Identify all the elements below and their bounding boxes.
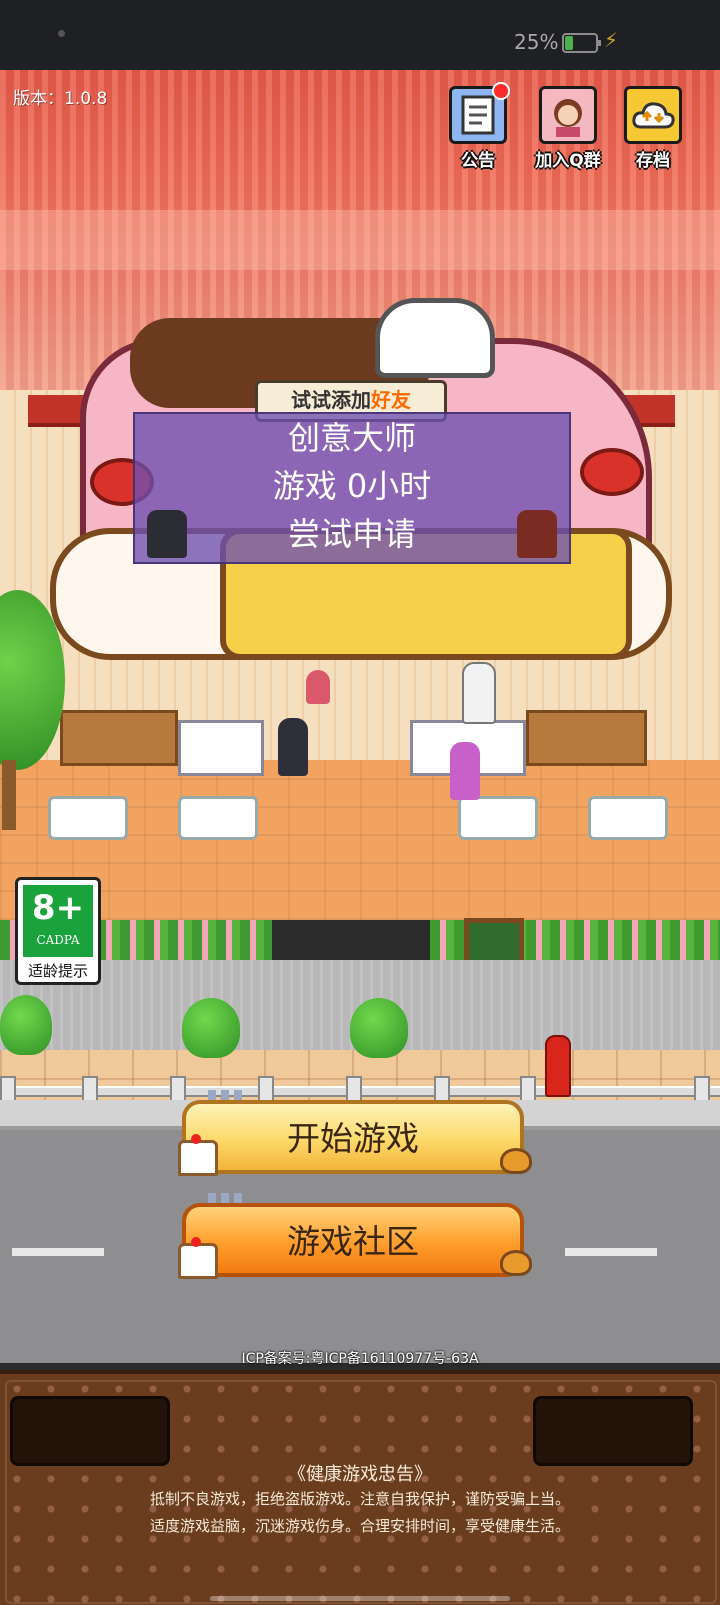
bush [350, 998, 408, 1058]
save-data-button[interactable]: 存档 [621, 86, 685, 174]
footer-slot-right [533, 1396, 693, 1466]
male-avatar-icon [147, 510, 187, 558]
bush [182, 998, 240, 1058]
friend-title: 创意大师 [287, 419, 416, 457]
tree-trunk [2, 760, 16, 830]
game-community-button[interactable]: 游戏社区 [182, 1203, 524, 1277]
friend-suggestion-card[interactable]: 创意大师 游戏 0小时 尝试申请 [133, 412, 571, 564]
charging-icon: ⚡ [604, 28, 619, 52]
cake-icon [178, 1237, 218, 1279]
home-indicator[interactable] [210, 1596, 510, 1601]
health-notice-line: 适度游戏益脑，沉迷游戏伤身。合理安排时间，享受健康生活。 [149, 1517, 570, 1535]
version-label: 版本：1.0.8 [13, 89, 108, 109]
footer-slot-left [10, 1396, 170, 1466]
health-notice-title: 《健康游戏忠告》 [288, 1464, 432, 1485]
notice-button[interactable]: 公告 [446, 82, 510, 174]
cake-shelf [526, 710, 647, 766]
cafe-table [48, 796, 128, 840]
status-bar: 25% ⚡ [0, 0, 720, 70]
icp-record: ICP备案号:粤ICP备16110977号-63A [241, 1351, 479, 1367]
join-qq-group-button[interactable]: 加入Q群 [532, 86, 604, 174]
apply-friend-button[interactable]: 尝试申请 [135, 510, 569, 558]
age-rating-badge[interactable]: 8+ CADPA 适龄提示 [15, 877, 101, 985]
notification-badge [492, 82, 510, 100]
friend-playtime: 游戏 0小时 [272, 467, 432, 505]
cafe-table [458, 796, 538, 840]
notification-dot-icon [58, 30, 65, 37]
cloud-sync-icon [624, 86, 682, 144]
age-tip: 适龄提示 [27, 962, 88, 980]
health-notice-panel: 《健康游戏忠告》 抵制不良游戏，拒绝盗版游戏。注意自我保护，谨防受骗上当。 适度… [0, 1370, 720, 1605]
chef-hat-icon [375, 298, 495, 378]
rating-org: CADPA [36, 933, 80, 947]
cafe-table [178, 796, 258, 840]
bun-icon [500, 1148, 532, 1174]
start-game-button[interactable]: 开始游戏 [182, 1100, 524, 1174]
bread-shelf [60, 710, 178, 766]
cake-icon [178, 1134, 218, 1176]
strawberry-icon [580, 448, 644, 496]
battery-percent: 25% [514, 30, 559, 54]
bun-icon [500, 1250, 532, 1276]
health-notice-line: 抵制不良游戏，拒绝盗版游戏。注意自我保护，谨防受骗上当。 [149, 1490, 570, 1508]
cafe-table [588, 796, 668, 840]
customer-character [278, 718, 308, 776]
shop-floor [0, 760, 720, 920]
bush [0, 995, 52, 1055]
display-case [178, 720, 264, 776]
age-rating: 8+ [31, 888, 85, 928]
girl-avatar-icon [539, 86, 597, 144]
customer-character [450, 742, 480, 800]
fire-hydrant [545, 1035, 571, 1097]
female-avatar-icon [517, 510, 557, 558]
battery-icon [562, 33, 601, 53]
